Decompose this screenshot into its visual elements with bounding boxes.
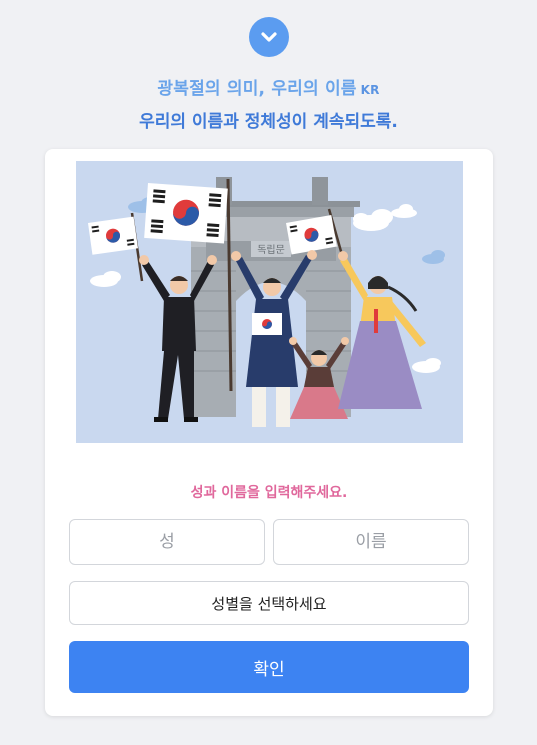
chevron-down-icon <box>261 32 277 42</box>
gender-select-label: 성별을 선택하세요 <box>211 594 327 613</box>
form-card: 독립문 성과 이름을 입력해주세요. 성 이름 성별을 선택하세요 확인 <box>45 149 493 716</box>
gender-select-button[interactable]: 성별을 선택하세요 <box>69 581 469 625</box>
gate-sign: 독립문 <box>257 243 285 256</box>
first-name-input[interactable] <box>273 519 469 565</box>
page-title: 광복절의 의미, 우리의 이름 KR <box>0 74 537 99</box>
language-badge: KR <box>360 83 380 97</box>
independence-gate-illustration: 독립문 <box>76 161 463 443</box>
confirm-button[interactable]: 확인 <box>69 641 469 693</box>
page-title-text: 광복절의 의미, 우리의 이름 <box>157 79 357 99</box>
page-subtitle: 우리의 이름과 정체성이 계속되도록. <box>139 112 398 132</box>
last-name-input[interactable] <box>69 519 265 565</box>
chevron-down-button[interactable] <box>249 17 289 57</box>
form-prompt: 성과 이름을 입력해주세요. <box>190 485 348 501</box>
